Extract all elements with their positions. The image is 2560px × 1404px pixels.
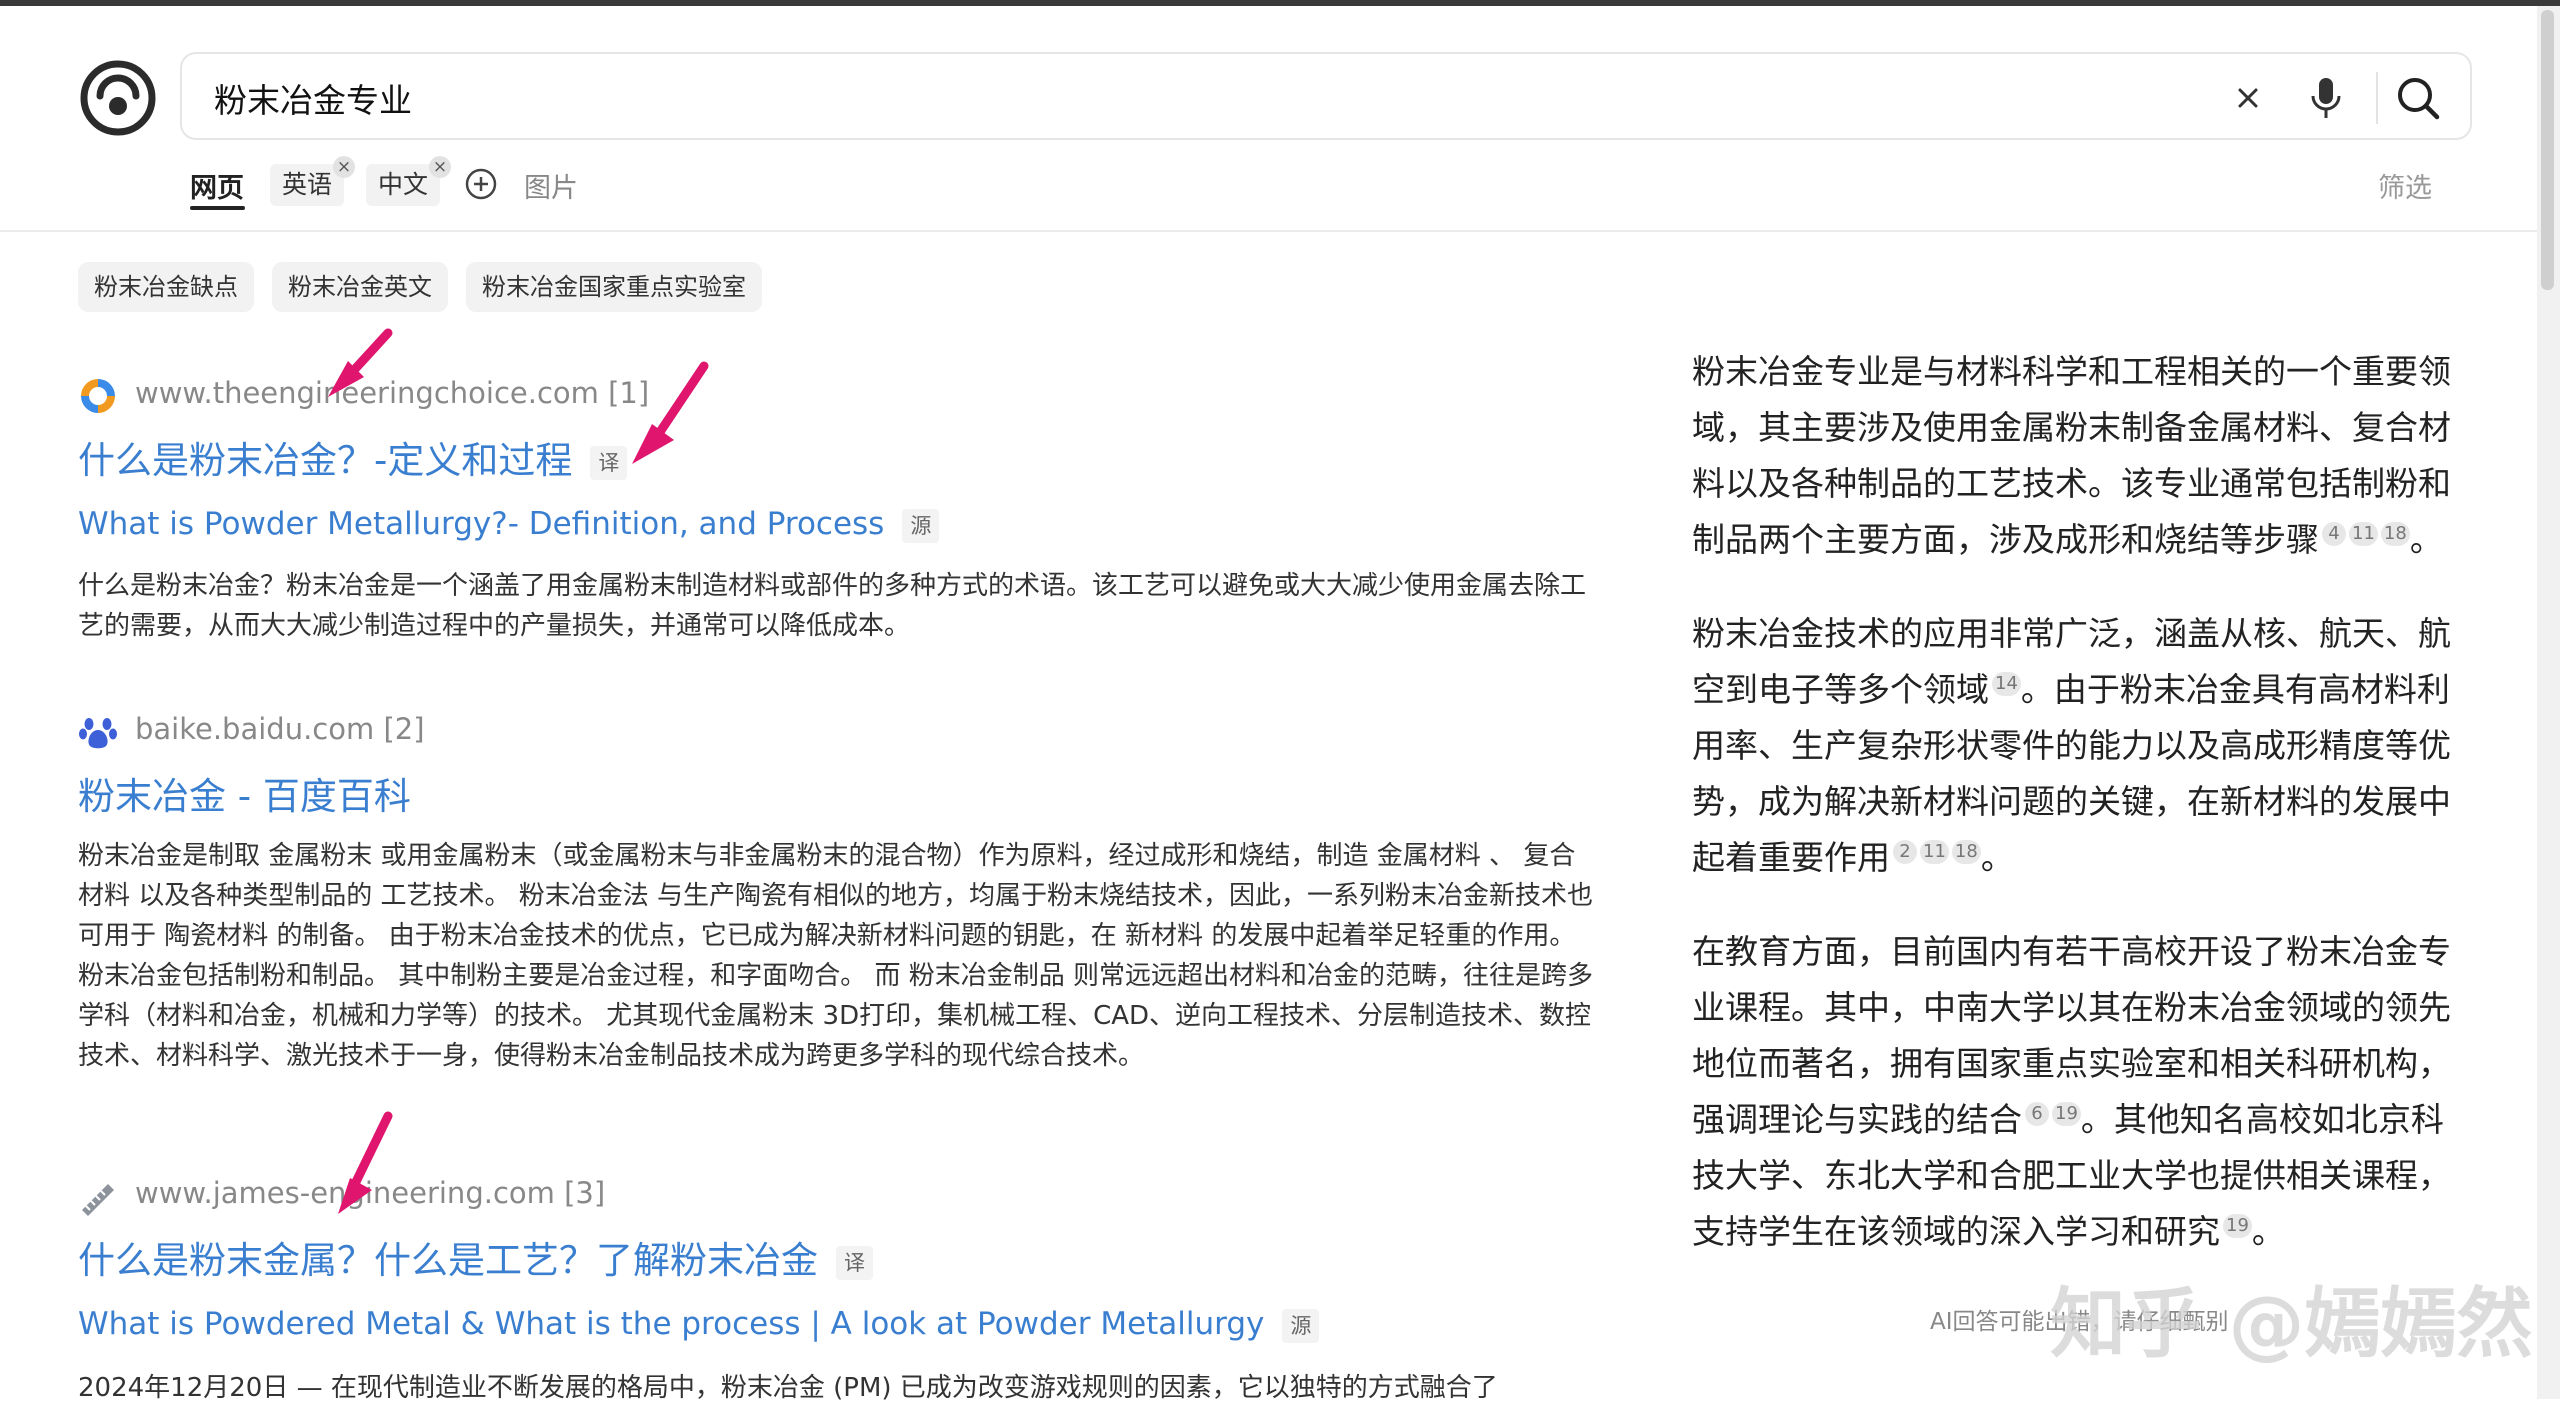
add-tab-icon[interactable] xyxy=(464,167,498,201)
tab-web[interactable]: 网页 xyxy=(190,166,244,205)
ai-text-end: 。 xyxy=(1980,838,2014,877)
tab-english-label: 英语 xyxy=(282,170,333,199)
result-title-text[interactable]: 什么是粉末冶金？-定义和过程 xyxy=(78,439,572,482)
related-search-chip[interactable]: 粉末冶金国家重点实验室 xyxy=(466,262,762,312)
result-title[interactable]: 什么是粉末金属？什么是工艺？了解粉末冶金译 xyxy=(78,1230,873,1284)
tab-chinese-label: 中文 xyxy=(378,170,429,199)
annotation-arrow-icon xyxy=(328,328,393,397)
theengineeringchoice-favicon-icon xyxy=(81,379,115,413)
result-source-url[interactable]: baike.baidu.com [2] xyxy=(135,712,425,746)
zhihu-watermark: 知乎 @嫣嫣然 xyxy=(2050,1279,2533,1368)
result-snippet: 粉末冶金是制取 金属粉末 或用金属粉末（或金属粉末与非金属粉末的混合物）作为原料… xyxy=(78,841,1594,1071)
ai-paragraph-2: 粉末冶金技术的应用非常广泛，涵盖从核、航天、航空到电子等多个领域 14。由于粉末冶… xyxy=(1692,606,2472,886)
result-snippet: 什么是粉末冶金？粉末冶金是一个涵盖了用金属粉末制造材料或部件的多种方式的术语。该… xyxy=(78,571,1587,641)
tab-images[interactable]: 图片 xyxy=(524,166,578,205)
search-box[interactable] xyxy=(180,52,2472,140)
search-tabs: 网页 英语 × 中文 × 图片 筛选 xyxy=(190,156,2490,210)
citation-badge[interactable]: 6 xyxy=(2025,1102,2049,1126)
search-divider xyxy=(2376,72,2378,124)
ai-text-end: 。 xyxy=(2251,1212,2285,1251)
result-original-title[interactable]: What is Powdered Metal & What is the pro… xyxy=(78,1306,1320,1343)
result-original-title-text[interactable]: What is Powdered Metal & What is the pro… xyxy=(78,1306,1264,1342)
remove-chinese-icon[interactable]: × xyxy=(429,156,451,178)
search-header: 网页 英语 × 中文 × 图片 筛选 xyxy=(0,6,2537,232)
scrollbar-thumb[interactable] xyxy=(2541,10,2554,290)
source-badge[interactable]: 源 xyxy=(1282,1308,1320,1343)
result-title-text[interactable]: 粉末冶金 - 百度百科 xyxy=(78,775,411,818)
baidu-paw-icon xyxy=(79,718,117,749)
ai-text-end: 。 xyxy=(2409,520,2443,559)
translate-badge[interactable]: 译 xyxy=(836,1245,873,1280)
result-original-title[interactable]: What is Powder Metallurgy?- Definition, … xyxy=(78,506,940,543)
citation-badge[interactable]: 11 xyxy=(2349,522,2378,546)
citation-badge[interactable]: 19 xyxy=(2223,1214,2252,1238)
citation-badge[interactable]: 18 xyxy=(2380,522,2410,546)
ai-paragraph-1: 粉末冶金专业是与材料科学和工程相关的一个重要领域，其主要涉及使用金属粉末制备金属… xyxy=(1692,344,2472,568)
search-input[interactable] xyxy=(212,72,2216,124)
clear-icon[interactable] xyxy=(2222,72,2274,124)
citation-badge[interactable]: 4 xyxy=(2322,522,2346,546)
remove-english-icon[interactable]: × xyxy=(333,156,355,178)
citation-badge[interactable]: 19 xyxy=(2052,1102,2081,1126)
active-tab-indicator xyxy=(190,206,245,210)
result-title[interactable]: 粉末冶金 - 百度百科 xyxy=(78,766,411,820)
related-search-chip[interactable]: 粉末冶金英文 xyxy=(272,262,448,312)
result-original-title-text[interactable]: What is Powder Metallurgy?- Definition, … xyxy=(78,506,884,542)
annotation-arrow-icon xyxy=(632,361,709,464)
search-icon[interactable] xyxy=(2392,72,2444,124)
citation-badge[interactable]: 11 xyxy=(1920,840,1949,864)
filter-button[interactable]: 筛选 xyxy=(2378,166,2432,205)
vertical-scrollbar[interactable] xyxy=(2537,6,2560,1399)
james-engineering-favicon-icon xyxy=(82,1184,114,1216)
citation-badge[interactable]: 18 xyxy=(1951,840,1981,864)
result-title[interactable]: 什么是粉末冶金？-定义和过程译 xyxy=(78,430,628,484)
microphone-icon[interactable] xyxy=(2300,72,2352,124)
citation-badge[interactable]: 14 xyxy=(1992,672,2021,696)
related-search-chip[interactable]: 粉末冶金缺点 xyxy=(78,262,254,312)
source-badge[interactable]: 源 xyxy=(902,508,940,543)
search-engine-logo-icon[interactable] xyxy=(78,58,158,138)
citation-badge[interactable]: 2 xyxy=(1893,840,1917,864)
ai-answer-panel: 粉末冶金专业是与材料科学和工程相关的一个重要领域，其主要涉及使用金属粉末制备金属… xyxy=(1692,344,2472,1298)
annotation-arrow-icon xyxy=(338,1111,393,1214)
result-title-text[interactable]: 什么是粉末金属？什么是工艺？了解粉末冶金 xyxy=(78,1239,818,1282)
ai-paragraph-3: 在教育方面，目前国内有若干高校开设了粉末冶金专业课程。其中，中南大学以其在粉末冶… xyxy=(1692,924,2472,1260)
